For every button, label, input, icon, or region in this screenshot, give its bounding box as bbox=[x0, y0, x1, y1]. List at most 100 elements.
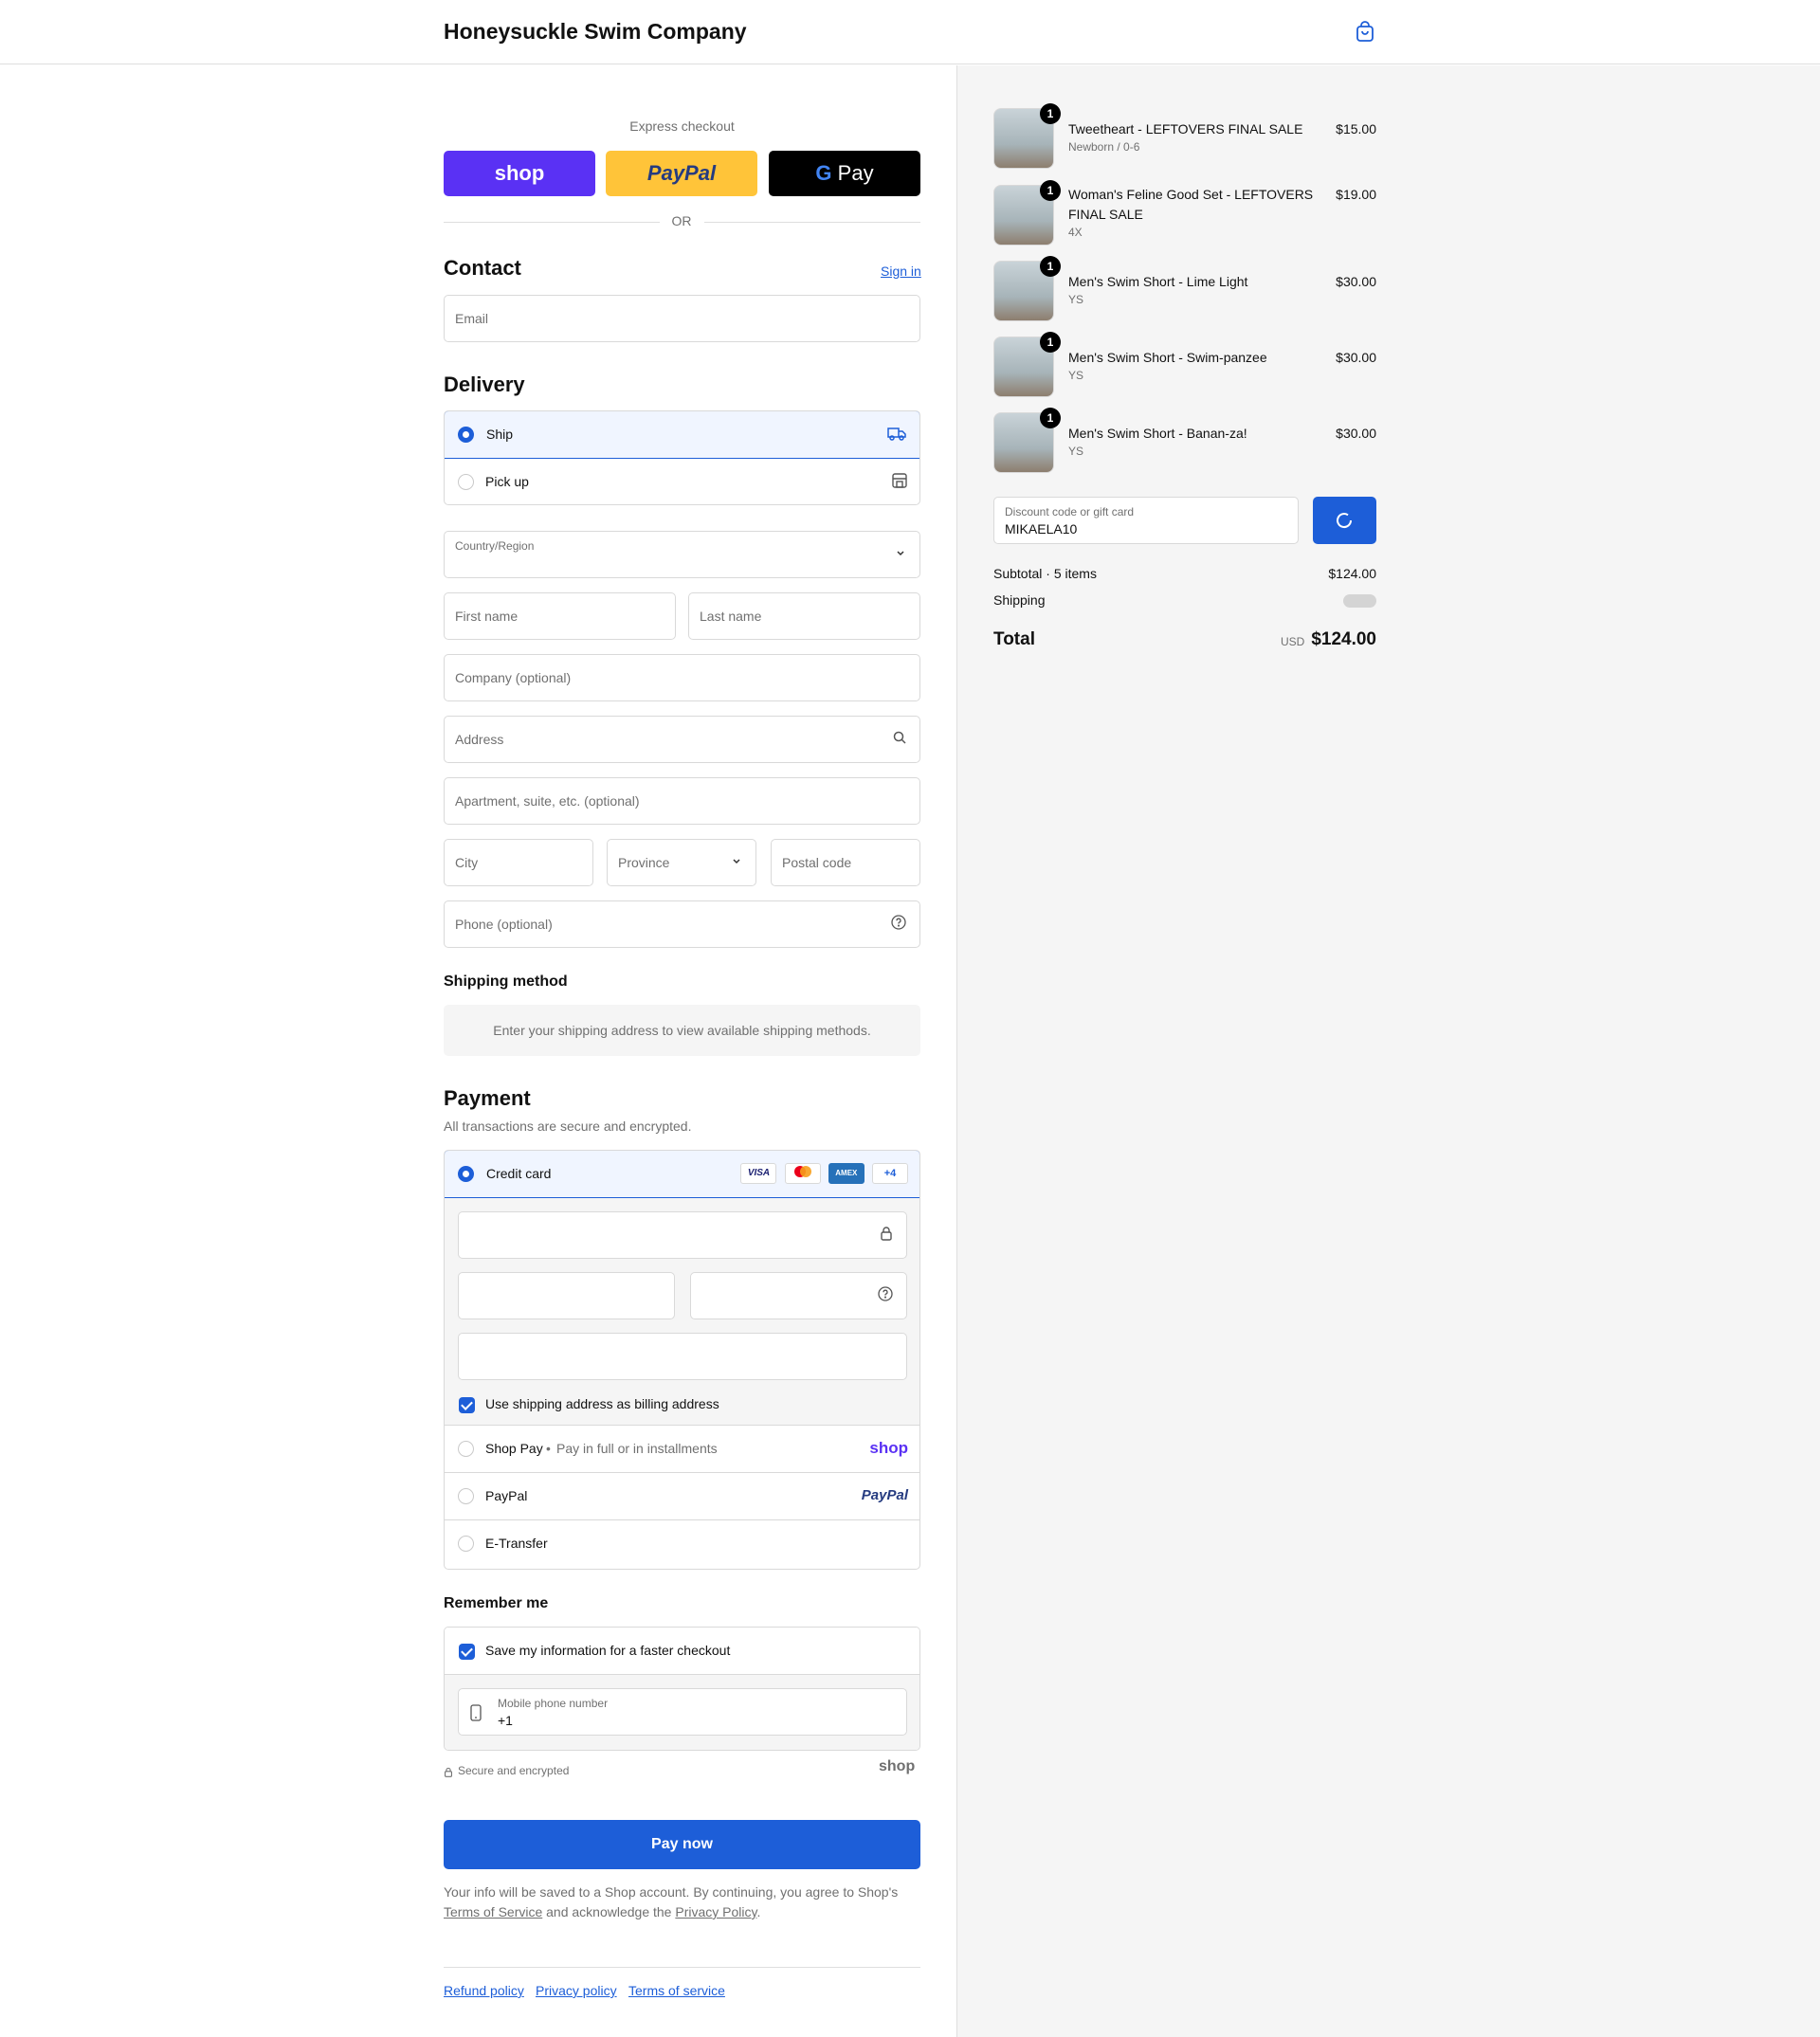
item-price: $19.00 bbox=[1336, 187, 1376, 202]
ship-label: Ship bbox=[486, 427, 514, 442]
header: Honeysuckle Swim Company bbox=[0, 0, 1820, 64]
province-select[interactable]: Province bbox=[607, 839, 756, 886]
mobile-phone-icon bbox=[470, 1704, 482, 1725]
store-name[interactable]: Honeysuckle Swim Company bbox=[444, 19, 747, 45]
address-placeholder: Address bbox=[455, 732, 504, 747]
total-label: Total bbox=[993, 629, 1035, 649]
loading-spinner-icon bbox=[1335, 511, 1354, 534]
shop-pay-button[interactable]: shop bbox=[444, 151, 595, 196]
payment-option-shop-pay[interactable]: Shop Pay • Pay in full or in installment… bbox=[445, 1426, 919, 1473]
card-number-field[interactable] bbox=[458, 1211, 907, 1259]
email-field[interactable]: Email bbox=[444, 295, 920, 342]
chevron-down-icon bbox=[731, 855, 742, 871]
currency-code: USD bbox=[1281, 635, 1305, 648]
apartment-field[interactable]: Apartment, suite, etc. (optional) bbox=[444, 777, 920, 825]
item-price: $30.00 bbox=[1336, 274, 1376, 289]
phone-placeholder: Phone (optional) bbox=[455, 917, 553, 932]
chevron-down-icon bbox=[895, 547, 906, 563]
search-icon bbox=[893, 731, 906, 748]
mobile-phone-field[interactable]: Mobile phone number +1 bbox=[458, 1688, 907, 1736]
lock-icon bbox=[880, 1226, 893, 1245]
first-name-field[interactable]: First name bbox=[444, 592, 676, 640]
address-field[interactable]: Address bbox=[444, 716, 920, 763]
express-checkout-label: Express checkout bbox=[629, 118, 735, 134]
item-name: Men's Swim Short - Lime Light bbox=[1068, 274, 1248, 289]
contact-heading: Contact bbox=[444, 256, 521, 280]
delivery-options: Ship Pick up bbox=[444, 410, 920, 505]
name-on-card-field[interactable] bbox=[458, 1333, 907, 1380]
shop-pay-logo: shop bbox=[869, 1439, 908, 1457]
legal-text: Your info will be saved to a Shop accoun… bbox=[444, 1882, 920, 1922]
item-info: Woman's Feline Good Set - LEFTOVERS FINA… bbox=[1068, 185, 1315, 240]
payment-option-paypal[interactable]: PayPal PayPal bbox=[445, 1473, 919, 1520]
shop-pay-logo: shop bbox=[494, 161, 545, 185]
mastercard-icon bbox=[784, 1163, 821, 1184]
legal-text-middle: and acknowledge the bbox=[546, 1904, 672, 1919]
help-circle-icon[interactable] bbox=[878, 1286, 893, 1305]
paypal-radio[interactable] bbox=[458, 1488, 474, 1504]
terms-of-service-link[interactable]: Terms of service bbox=[628, 1983, 725, 1998]
city-field[interactable]: City bbox=[444, 839, 593, 886]
sign-in-link[interactable]: Sign in bbox=[881, 264, 921, 279]
shop-terms-link[interactable]: Terms of Service bbox=[444, 1904, 542, 1919]
mobile-phone-label: Mobile phone number bbox=[498, 1697, 609, 1710]
item-name: Men's Swim Short - Swim-panzee bbox=[1068, 350, 1267, 365]
shop-pay-label: Shop Pay bbox=[485, 1441, 543, 1456]
shop-logo: shop bbox=[879, 1758, 916, 1774]
shop-pay-separator: • bbox=[546, 1441, 551, 1456]
cart-icon[interactable] bbox=[1354, 21, 1376, 44]
payment-heading: Payment bbox=[444, 1086, 531, 1110]
item-info: Tweetheart - LEFTOVERS FINAL SALE Newbor… bbox=[1068, 119, 1315, 155]
item-info: Men's Swim Short - Banan-za! YS bbox=[1068, 424, 1315, 459]
quantity-badge: 1 bbox=[1040, 332, 1061, 353]
shop-privacy-link[interactable]: Privacy Policy bbox=[675, 1904, 756, 1919]
visa-icon: VISA bbox=[740, 1163, 777, 1184]
quantity-badge: 1 bbox=[1040, 256, 1061, 277]
help-circle-icon[interactable] bbox=[891, 915, 906, 934]
billing-same-label: Use shipping address as billing address bbox=[485, 1396, 719, 1411]
phone-field[interactable]: Phone (optional) bbox=[444, 900, 920, 948]
payment-option-credit-card[interactable]: Credit card VISA AMEX +4 bbox=[445, 1151, 919, 1198]
remember-me-box: Save my information for a faster checkou… bbox=[444, 1627, 920, 1751]
save-info-row[interactable]: Save my information for a faster checkou… bbox=[445, 1628, 919, 1675]
item-name: Woman's Feline Good Set - LEFTOVERS FINA… bbox=[1068, 187, 1314, 222]
company-field[interactable]: Company (optional) bbox=[444, 654, 920, 701]
ship-radio[interactable] bbox=[458, 427, 474, 443]
lock-icon bbox=[444, 1765, 453, 1781]
pay-now-button[interactable]: Pay now bbox=[444, 1820, 920, 1869]
delivery-option-pickup[interactable]: Pick up bbox=[445, 459, 919, 504]
etransfer-radio[interactable] bbox=[458, 1536, 474, 1552]
quantity-badge: 1 bbox=[1040, 180, 1061, 201]
delivery-option-ship[interactable]: Ship bbox=[445, 411, 919, 459]
shop-pay-radio[interactable] bbox=[458, 1441, 474, 1457]
credit-card-form: Use shipping address as billing address bbox=[445, 1198, 919, 1426]
company-placeholder: Company (optional) bbox=[455, 670, 572, 685]
paypal-logo: PayPal bbox=[861, 1487, 908, 1503]
google-pay-button[interactable]: G Pay bbox=[769, 151, 920, 196]
refund-policy-link[interactable]: Refund policy bbox=[444, 1983, 524, 1998]
postal-code-field[interactable]: Postal code bbox=[771, 839, 920, 886]
paypal-button[interactable]: PayPal bbox=[606, 151, 757, 196]
country-select[interactable]: Country/Region bbox=[444, 531, 920, 578]
billing-same-checkbox[interactable] bbox=[459, 1396, 475, 1413]
discount-value: MIKAELA10 bbox=[1005, 521, 1078, 537]
quantity-badge: 1 bbox=[1040, 103, 1061, 124]
discount-code-field[interactable]: Discount code or gift card MIKAELA10 bbox=[993, 497, 1299, 544]
legal-text-start: Your info will be saved to a Shop accoun… bbox=[444, 1884, 899, 1900]
etransfer-label: E-Transfer bbox=[485, 1536, 548, 1551]
payment-option-etransfer[interactable]: E-Transfer bbox=[445, 1520, 919, 1568]
city-placeholder: City bbox=[455, 855, 479, 870]
item-price: $30.00 bbox=[1336, 426, 1376, 441]
last-name-field[interactable]: Last name bbox=[688, 592, 920, 640]
save-info-checkbox[interactable] bbox=[459, 1643, 475, 1660]
security-code-field[interactable] bbox=[690, 1272, 907, 1319]
privacy-policy-link[interactable]: Privacy policy bbox=[536, 1983, 617, 1998]
expiration-date-field[interactable] bbox=[458, 1272, 675, 1319]
remember-me-heading: Remember me bbox=[444, 1595, 549, 1611]
credit-card-radio[interactable] bbox=[458, 1166, 474, 1182]
last-name-placeholder: Last name bbox=[700, 609, 762, 624]
pickup-radio[interactable] bbox=[458, 474, 474, 490]
card-brands: VISA AMEX +4 bbox=[737, 1163, 908, 1184]
item-variant: YS bbox=[1068, 445, 1084, 458]
apply-discount-button[interactable] bbox=[1313, 497, 1376, 544]
